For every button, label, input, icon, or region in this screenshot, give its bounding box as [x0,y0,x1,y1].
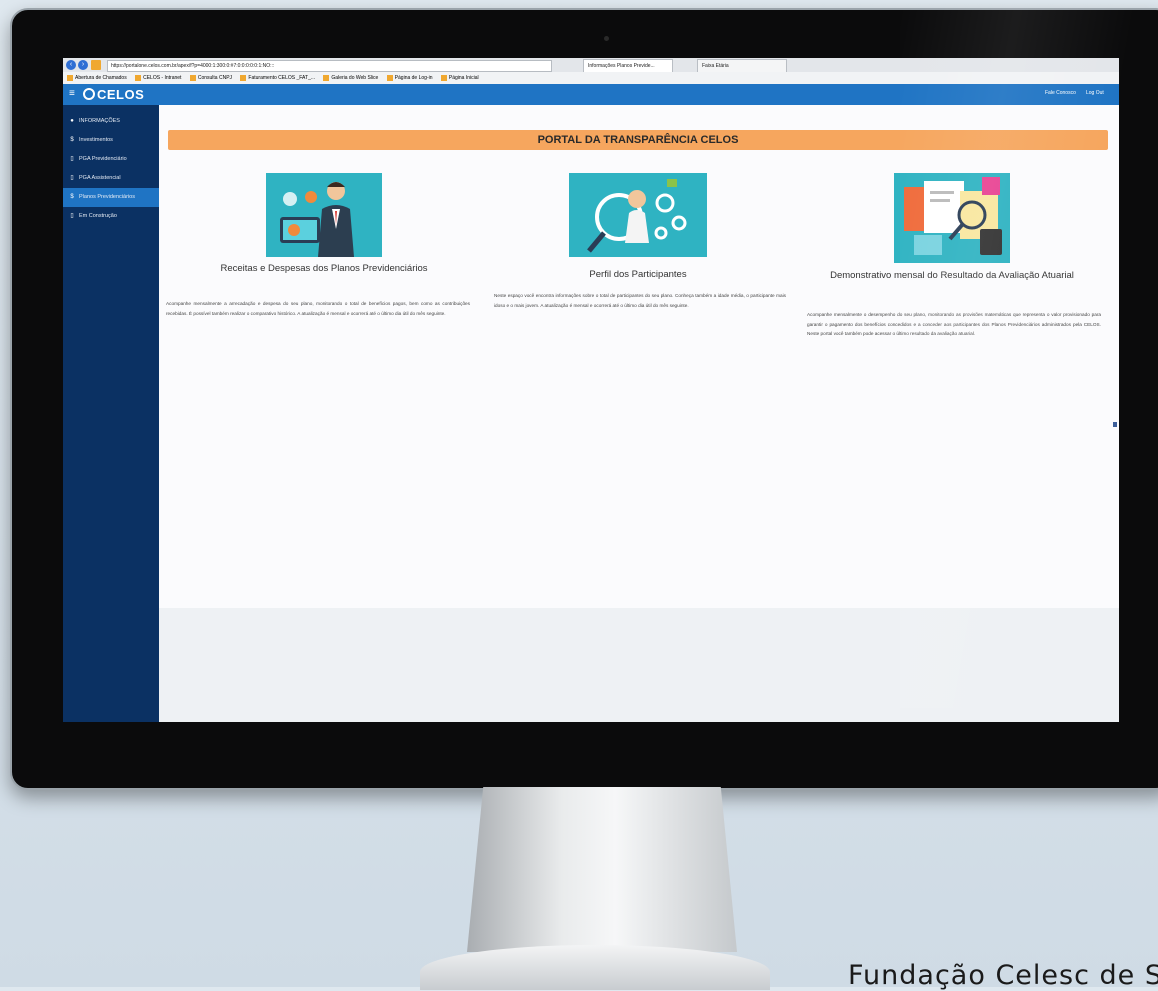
info-icon: ● [70,118,74,124]
monitor-stand [467,787,737,952]
card-title[interactable]: Receitas e Despesas dos Planos Previdenc… [217,263,431,274]
monitor-screen: ‹ › https://portalone.celos.com.br/apex/… [63,58,1119,722]
favorite-item[interactable]: Galeria do Web Slice [323,72,378,84]
favorite-item[interactable]: Faturamento CELOS _FAT_... [240,72,315,84]
favorite-item[interactable]: CELOS - Intranet [135,72,181,84]
scrollbar-thumb[interactable] [1113,422,1117,427]
tab-informacoes[interactable]: Informações Planos Previde... [583,59,673,72]
sidebar: ● INFORMAÇÕES $ Investimentos ▯ PGA Previde… [63,105,159,722]
fale-conosco-link[interactable]: Fale Conosco [1045,90,1076,96]
tab-faixa-etaria[interactable]: Faixa Etária [697,59,787,72]
forward-icon[interactable]: › [78,60,88,70]
browser-toolbar: ‹ › https://portalone.celos.com.br/apex/… [63,58,1119,72]
log-out-link[interactable]: Log Out [1086,90,1104,96]
back-icon[interactable]: ‹ [66,60,76,70]
favorite-item[interactable]: Abertura de Chamados [67,72,127,84]
magnifier-illustration [569,173,707,257]
camera [604,36,609,41]
footer-brand-text: Fundação Celesc de S [848,960,1158,991]
sidebar-item-pga-previdenciario[interactable]: ▯ PGA Previdenciário [63,150,159,169]
monitor-base [420,945,770,990]
sidebar-item-pga-assistencial[interactable]: ▯ PGA Assistencial [63,169,159,188]
card-description: Acompanhe mensalmente o desempenho do se… [807,312,1101,336]
documents-illustration [894,173,1010,263]
card-title[interactable]: Perfil dos Participantes [564,269,712,280]
menu-icon[interactable]: ≡ [69,89,75,99]
document-icon: ▯ [70,175,74,181]
page-title: PORTAL DA TRANSPARÊNCIA CELOS [168,130,1108,150]
dollar-icon: $ [70,137,74,143]
card-image-businessman[interactable] [266,173,382,257]
celos-logo[interactable]: CELOS [83,86,144,103]
dollar-icon: $ [70,194,74,200]
document-icon: ▯ [70,213,74,219]
card-description: Acompanhe mensalmente a arrecadação e de… [166,301,470,316]
favorite-item[interactable]: Consulta CNPJ [189,72,232,84]
main-content: PORTAL DA TRANSPARÊNCIA CELOS Receitas e… [159,105,1119,722]
sidebar-item-investimentos[interactable]: $ Investimentos [63,131,159,150]
sidebar-item-em-construcao[interactable]: ▯ Em Construção [63,207,159,226]
card-description: Neste espaço você encontra informações s… [494,293,786,308]
sidebar-item-planos-previdenciarios[interactable]: $ Planos Previdenciários [63,188,159,207]
favicon-icon [91,60,101,70]
businessman-illustration [266,173,382,257]
favorite-item[interactable]: Página de Log-in [386,72,433,84]
favorite-item[interactable]: Página Inicial [440,72,479,84]
content-footer-area [159,608,1119,722]
logo-icon [83,88,95,100]
app-header: ≡ CELOS Fale Conosco Log Out [63,84,1119,105]
address-bar[interactable]: https://portalone.celos.com.br/apex/f?p=… [107,60,552,72]
sidebar-item-informacoes[interactable]: ● INFORMAÇÕES [63,112,159,131]
card-image-documents[interactable] [894,173,1010,263]
card-image-magnifier[interactable] [569,173,707,257]
document-icon: ▯ [70,156,74,162]
card-title[interactable]: Demonstrativo mensal do Resultado da Ava… [825,270,1079,281]
